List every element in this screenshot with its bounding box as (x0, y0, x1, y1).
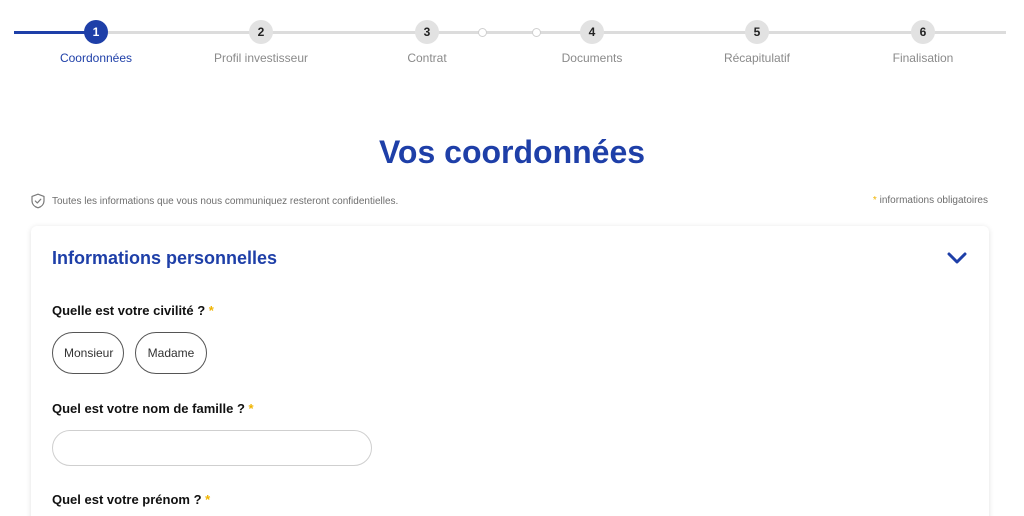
step-label: Récapitulatif (723, 51, 791, 65)
personal-info-card: Informations personnelles Quelle est vot… (31, 226, 989, 516)
civility-madame-button[interactable]: Madame (135, 332, 207, 374)
section-title[interactable]: Informations personnelles (52, 248, 277, 269)
required-star: * (208, 303, 214, 318)
step-number: 3 (415, 20, 439, 44)
shield-check-icon (31, 193, 45, 209)
first-name-question: Quel est votre prénom ? * (52, 492, 210, 507)
civility-question: Quelle est votre civilité ? * (52, 303, 214, 318)
question-label: Quel est votre nom de famille ? (52, 401, 245, 416)
progress-stepper: 1 Coordonnées 2 Profil investisseur 3 Co… (0, 0, 1024, 80)
question-label: Quel est votre prénom ? (52, 492, 202, 507)
step-number: 2 (249, 20, 273, 44)
confidentiality-notice: Toutes les informations que vous nous co… (30, 193, 398, 209)
step-label: Contrat (407, 51, 447, 65)
step-label: Coordonnées (59, 51, 133, 65)
last-name-question: Quel est votre nom de famille ? * (52, 401, 254, 416)
step-documents[interactable]: 4 Documents (527, 20, 657, 65)
page-title: Vos coordonnées (378, 134, 646, 170)
step-recapitulatif[interactable]: 5 Récapitulatif (692, 20, 822, 65)
chevron-down-icon[interactable] (947, 251, 967, 265)
step-contrat[interactable]: 3 Contrat (362, 20, 492, 65)
question-label: Quelle est votre civilité ? (52, 303, 206, 318)
required-fields-note: * informations obligatoires (873, 195, 988, 206)
required-note-text: informations obligatoires (879, 195, 988, 206)
step-label: Documents (561, 51, 623, 65)
required-star: * (205, 492, 211, 507)
step-number: 5 (745, 20, 769, 44)
notice-text: Toutes les informations que vous nous co… (52, 195, 399, 207)
step-number: 1 (84, 20, 108, 44)
step-number: 6 (911, 20, 935, 44)
last-name-input[interactable] (52, 430, 372, 466)
step-finalisation[interactable]: 6 Finalisation (858, 20, 988, 65)
step-label: Finalisation (892, 51, 954, 65)
step-number: 4 (580, 20, 604, 44)
required-star: * (872, 195, 877, 206)
form-page: 1 Coordonnées 2 Profil investisseur 3 Co… (0, 0, 1024, 516)
required-star: * (248, 401, 254, 416)
step-coordonnees[interactable]: 1 Coordonnées (31, 20, 161, 65)
step-profil-investisseur[interactable]: 2 Profil investisseur (196, 20, 326, 65)
civility-monsieur-button[interactable]: Monsieur (52, 332, 124, 374)
step-label: Profil investisseur (213, 51, 309, 65)
